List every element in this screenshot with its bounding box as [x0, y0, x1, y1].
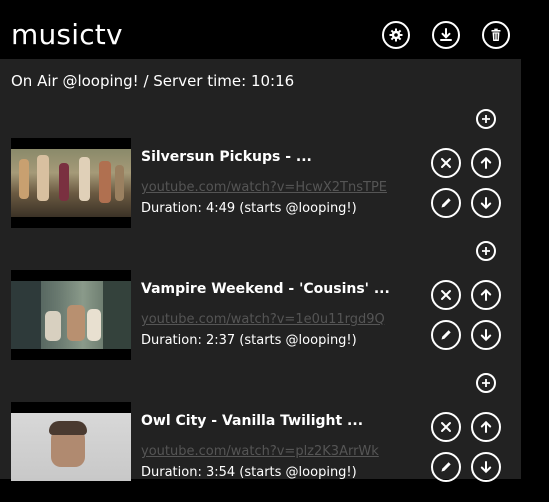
move-up-button[interactable]	[471, 148, 501, 178]
add-item-button[interactable]	[476, 241, 496, 261]
add-item-button[interactable]	[476, 109, 496, 129]
playlist-panel: On Air @looping! / Server time: 10:16 Si…	[0, 59, 521, 492]
item-link[interactable]: youtube.com/watch?v=1e0u11rgd9Q	[141, 312, 385, 327]
arrow-up-icon	[479, 288, 493, 302]
download-button[interactable]	[432, 21, 460, 49]
plus-icon	[481, 114, 491, 124]
item-duration: Duration: 2:37 (starts @looping!)	[141, 333, 357, 348]
item-link[interactable]: youtube.com/watch?v=plz2K3ArrWk	[141, 444, 379, 459]
video-thumbnail[interactable]	[11, 402, 131, 492]
download-icon	[438, 27, 454, 43]
remove-button[interactable]	[431, 280, 461, 310]
arrow-down-icon	[479, 196, 493, 210]
move-down-button[interactable]	[471, 188, 501, 218]
arrow-up-icon	[479, 420, 493, 434]
move-down-button[interactable]	[471, 452, 501, 482]
trash-icon	[488, 27, 504, 43]
close-icon	[439, 288, 453, 302]
remove-button[interactable]	[431, 148, 461, 178]
arrow-down-icon	[479, 328, 493, 342]
arrow-up-icon	[479, 156, 493, 170]
delete-button[interactable]	[482, 21, 510, 49]
settings-button[interactable]	[382, 21, 410, 49]
move-down-button[interactable]	[471, 320, 501, 350]
edit-button[interactable]	[431, 188, 461, 218]
close-icon	[439, 420, 453, 434]
pencil-icon	[439, 460, 453, 474]
on-air-status: On Air @looping! / Server time: 10:16	[11, 72, 295, 90]
move-up-button[interactable]	[471, 412, 501, 442]
video-thumbnail[interactable]	[11, 270, 131, 360]
edit-button[interactable]	[431, 320, 461, 350]
item-duration: Duration: 3:54 (starts @looping!)	[141, 465, 357, 480]
remove-button[interactable]	[431, 412, 461, 442]
edit-button[interactable]	[431, 452, 461, 482]
item-title: Silversun Pickups - ...	[141, 149, 312, 165]
item-title: Owl City - Vanilla Twilight ...	[141, 413, 364, 429]
item-link[interactable]: youtube.com/watch?v=HcwX2TnsTPE	[141, 180, 387, 195]
plus-icon	[481, 378, 491, 388]
pencil-icon	[439, 196, 453, 210]
playlist-item: Silversun Pickups - ... youtube.com/watc…	[0, 138, 521, 238]
pencil-icon	[439, 328, 453, 342]
item-duration: Duration: 4:49 (starts @looping!)	[141, 201, 357, 216]
plus-icon	[481, 246, 491, 256]
playlist-item: Owl City - Vanilla Twilight ... youtube.…	[0, 402, 521, 502]
app-title: musictv	[11, 18, 123, 51]
gear-icon	[388, 27, 404, 43]
close-icon	[439, 156, 453, 170]
playlist-item: Vampire Weekend - 'Cousins' ... youtube.…	[0, 270, 521, 370]
arrow-down-icon	[479, 460, 493, 474]
move-up-button[interactable]	[471, 280, 501, 310]
video-thumbnail[interactable]	[11, 138, 131, 228]
add-item-button[interactable]	[476, 373, 496, 393]
item-title: Vampire Weekend - 'Cousins' ...	[141, 281, 390, 297]
